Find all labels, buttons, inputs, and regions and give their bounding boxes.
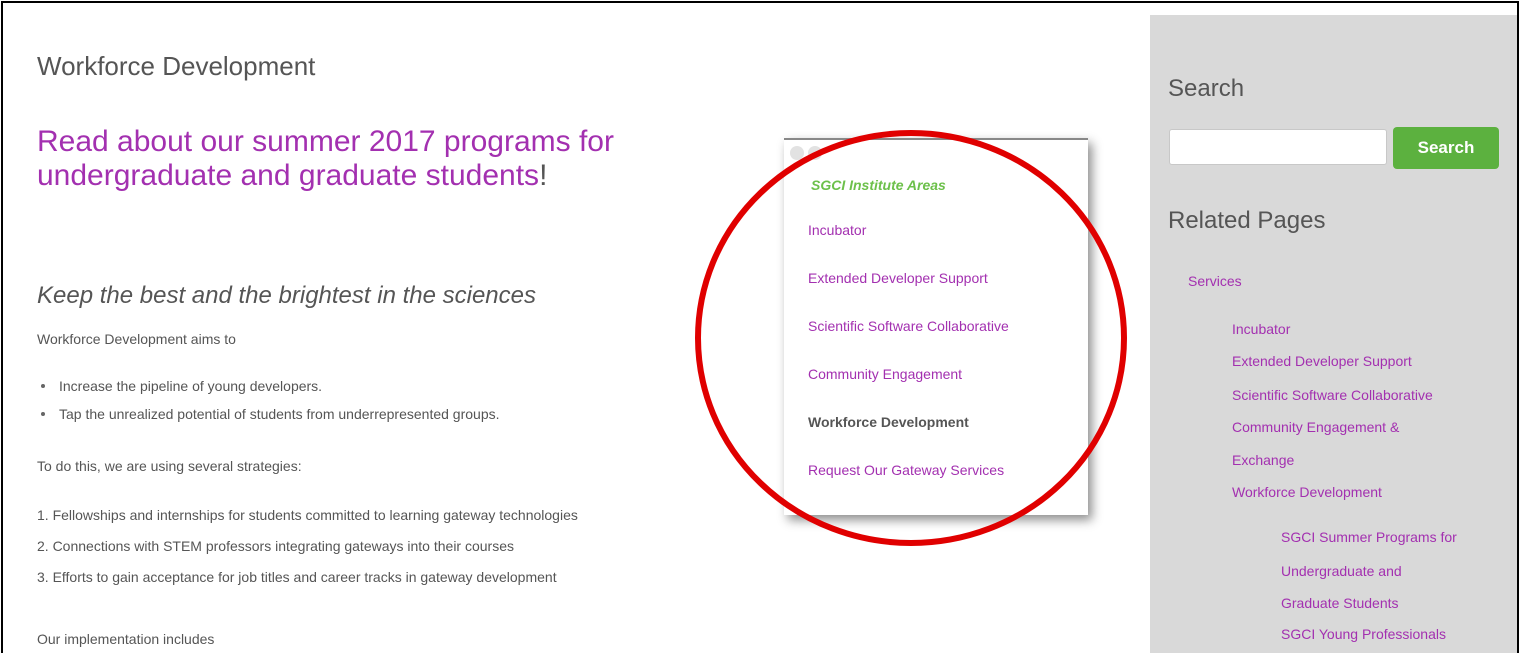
related-link-extended-developer-support[interactable]: Extended Developer Support <box>1232 353 1412 369</box>
related-link-workforce-development[interactable]: Workforce Development <box>1232 484 1382 500</box>
popup-item-request-gateway-services[interactable]: Request Our Gateway Services <box>808 462 1004 478</box>
window-dot-icon[interactable] <box>808 146 822 160</box>
list-item: 1. Fellowships and internships for stude… <box>37 507 578 523</box>
window-controls <box>790 146 826 165</box>
related-link-summer-programs[interactable]: SGCI Summer Programs for <box>1281 529 1457 545</box>
summer-programs-link[interactable]: Read about our summer 2017 programs for … <box>37 125 797 193</box>
related-link-scientific-software-collaborative[interactable]: Scientific Software Collaborative <box>1232 387 1433 403</box>
page-frame: Workforce Development Read about our sum… <box>1 1 1519 653</box>
related-link-services[interactable]: Services <box>1188 273 1242 289</box>
sidebar: Search Search Related Pages Services Inc… <box>1150 15 1517 653</box>
implementation-intro: Our implementation includes <box>37 631 215 647</box>
list-item: 3. Efforts to gain acceptance for job ti… <box>37 569 557 585</box>
popup-item-scientific-software-collaborative[interactable]: Scientific Software Collaborative <box>808 318 1009 334</box>
popup-item-community-engagement[interactable]: Community Engagement <box>808 366 962 382</box>
list-item: Increase the pipeline of young developer… <box>37 377 500 405</box>
related-link-community-engagement[interactable]: Community Engagement & <box>1232 419 1399 435</box>
intro-text: Workforce Development aims to <box>37 331 236 347</box>
list-item: Tap the unrealized potential of students… <box>37 405 500 433</box>
popup-item-incubator[interactable]: Incubator <box>808 222 866 238</box>
related-link-young-professionals[interactable]: SGCI Young Professionals <box>1281 626 1446 642</box>
related-link-summer-programs-cont[interactable]: Undergraduate and <box>1281 563 1402 579</box>
page-title: Workforce Development <box>37 51 316 81</box>
search-heading: Search <box>1168 75 1245 102</box>
goals-list: Increase the pipeline of young developer… <box>37 377 500 433</box>
search-button[interactable]: Search <box>1393 127 1499 169</box>
promo-link-text[interactable]: Read about our summer 2017 programs for … <box>37 125 614 192</box>
popup-item-workforce-development[interactable]: Workforce Development <box>808 414 969 430</box>
related-link-community-engagement-cont[interactable]: Exchange <box>1232 452 1294 468</box>
list-item: 2. Connections with STEM professors inte… <box>37 538 515 554</box>
search-input[interactable] <box>1169 129 1387 165</box>
related-link-incubator[interactable]: Incubator <box>1232 321 1290 337</box>
popup-item-extended-developer-support[interactable]: Extended Developer Support <box>808 270 988 286</box>
related-pages-heading: Related Pages <box>1168 207 1326 234</box>
institute-areas-popup: SGCI Institute Areas Incubator Extended … <box>784 138 1088 515</box>
promo-exclamation: ! <box>539 159 548 192</box>
popup-title: SGCI Institute Areas <box>811 177 946 193</box>
window-dot-icon[interactable] <box>790 146 804 160</box>
section-subheading: Keep the best and the brightest in the s… <box>37 282 536 309</box>
related-link-summer-programs-cont[interactable]: Graduate Students <box>1281 595 1399 611</box>
strategies-list: 1. Fellowships and internships for stude… <box>37 506 578 599</box>
strategies-intro: To do this, we are using several strateg… <box>37 458 302 474</box>
